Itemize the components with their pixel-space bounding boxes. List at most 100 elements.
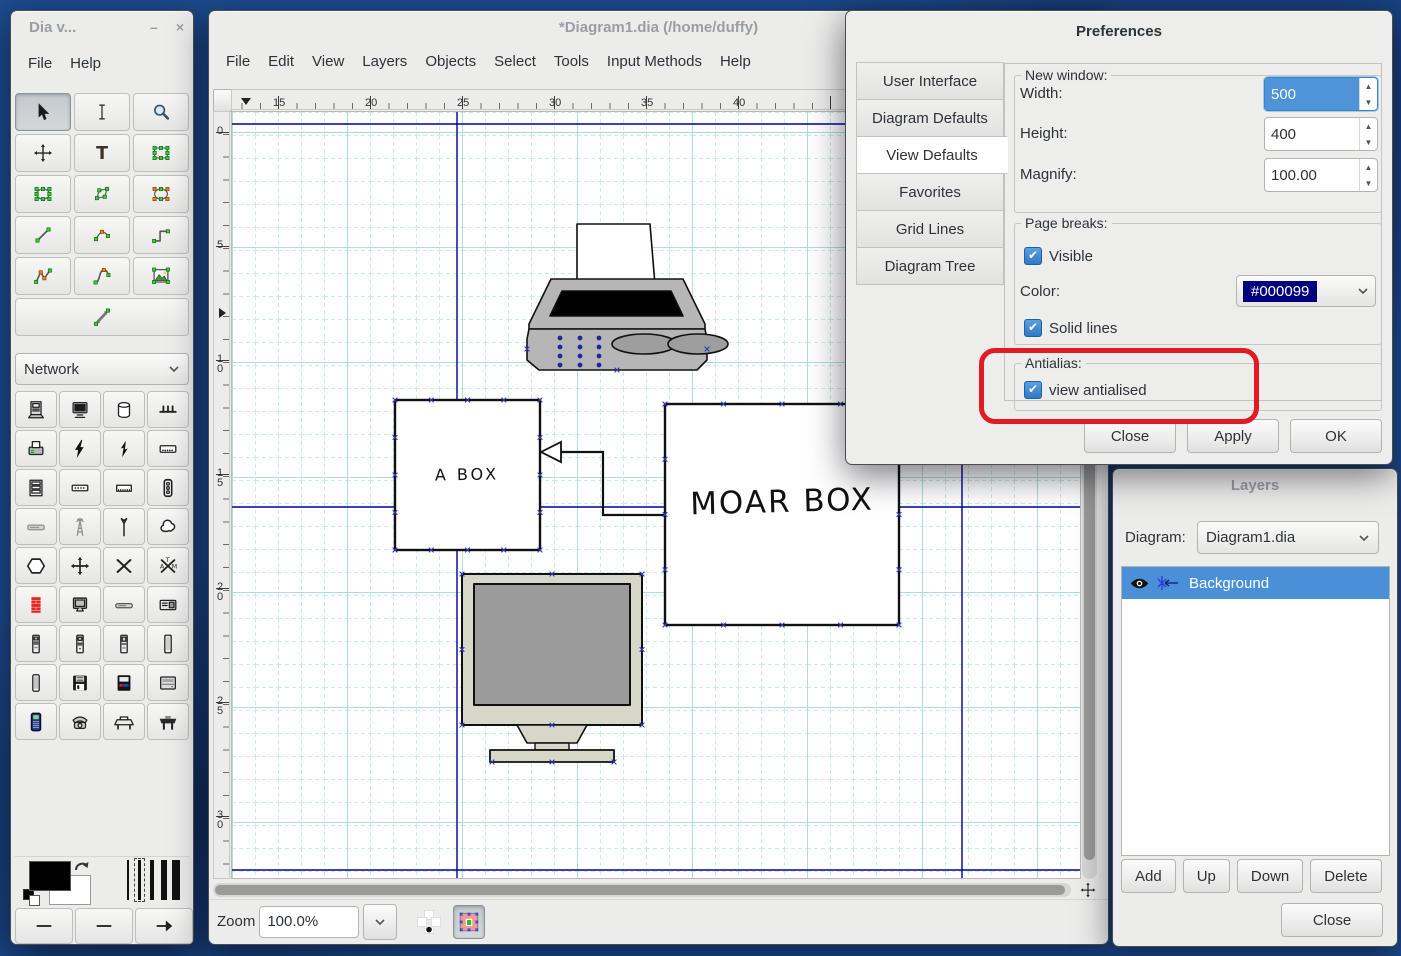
tool-box[interactable]: [133, 134, 189, 172]
tool-outline[interactable]: [15, 298, 189, 336]
tool-polygon[interactable]: [74, 175, 130, 213]
zoom-dropdown-button[interactable]: [363, 904, 397, 940]
shape-desktop-pc[interactable]: [147, 586, 189, 623]
layer-up-button[interactable]: Up: [1183, 859, 1230, 893]
shape-flow-arrows[interactable]: [59, 547, 101, 584]
line-width-6[interactable]: [159, 859, 168, 901]
apply-button[interactable]: Apply: [1187, 419, 1279, 453]
close-icon[interactable]: ×: [167, 19, 193, 35]
shape-workstation[interactable]: [59, 586, 101, 623]
ok-button[interactable]: OK: [1290, 419, 1382, 453]
line-width-selector[interactable]: [123, 859, 180, 901]
close-button[interactable]: Close: [1084, 419, 1176, 453]
spinner-arrows-icon[interactable]: ▲▼: [1359, 78, 1377, 110]
canvas-menu-objects[interactable]: Objects: [416, 49, 485, 74]
line-width-4[interactable]: [147, 859, 156, 901]
layer-connectable-icon[interactable]: [1157, 575, 1181, 591]
toolbox-titlebar[interactable]: Dia v... – ×: [11, 11, 193, 43]
tool-modify[interactable]: [15, 93, 71, 131]
shape-tower-4[interactable]: [147, 625, 189, 662]
tool-text[interactable]: T: [74, 134, 130, 172]
shape-storage[interactable]: [103, 391, 145, 428]
tool-beziergon[interactable]: [133, 175, 189, 213]
horizontal-scrollbar[interactable]: [213, 883, 1071, 897]
shape-bus[interactable]: [147, 391, 189, 428]
canvas-menu-view[interactable]: View: [303, 49, 353, 74]
line-style-button[interactable]: [75, 908, 133, 944]
line-width-2[interactable]: [123, 859, 132, 901]
line-width-8[interactable]: [171, 859, 180, 901]
view-antialised-checkbox-row[interactable]: ✔ view antialised: [1024, 381, 1147, 399]
checkbox-checked-icon[interactable]: ✔: [1024, 247, 1042, 265]
shape-radio-tower[interactable]: [59, 508, 101, 545]
tool-ellipse[interactable]: [15, 175, 71, 213]
shape-computer[interactable]: [15, 391, 57, 428]
layer-delete-button[interactable]: Delete: [1310, 859, 1381, 893]
preferences-titlebar[interactable]: Preferences: [846, 11, 1392, 51]
canvas-menu-layers[interactable]: Layers: [353, 49, 416, 74]
solid-lines-checkbox-row[interactable]: ✔ Solid lines: [1024, 319, 1117, 337]
magnify-spinner[interactable]: 100.00 ▲▼: [1264, 158, 1378, 192]
toolbox-menu-file[interactable]: File: [19, 51, 61, 76]
shape-net-printer[interactable]: [15, 430, 57, 467]
shape-zip-disk[interactable]: [103, 664, 145, 701]
toolbox-menu-help[interactable]: Help: [61, 51, 110, 76]
shape-cross-connector[interactable]: [103, 547, 145, 584]
a-box-object[interactable]: A BOX: [395, 400, 540, 550]
canvas-menu-edit[interactable]: Edit: [259, 49, 303, 74]
checkbox-checked-icon[interactable]: ✔: [1024, 319, 1042, 337]
shape-tower-3[interactable]: [103, 625, 145, 662]
tool-polyline[interactable]: [15, 257, 71, 295]
sheet-selector[interactable]: Network: [15, 353, 189, 385]
shape-modem[interactable]: [147, 430, 189, 467]
tool-zigzagline[interactable]: [133, 216, 189, 254]
tool-bezierline[interactable]: [74, 257, 130, 295]
page-break-color-combo[interactable]: #000099: [1236, 275, 1376, 307]
tab-view-defaults[interactable]: View Defaults: [856, 136, 1008, 174]
canvas-menu-tools[interactable]: Tools: [545, 49, 598, 74]
shape-hub[interactable]: [103, 469, 145, 506]
shape-bolt2[interactable]: [103, 430, 145, 467]
shape-antenna[interactable]: [103, 508, 145, 545]
canvas-menu-input-methods[interactable]: Input Methods: [598, 49, 711, 74]
visible-checkbox-row[interactable]: ✔ Visible: [1024, 247, 1093, 265]
move-canvas-icon[interactable]: [1079, 881, 1097, 899]
shape-mobile-phone[interactable]: [15, 703, 57, 740]
layer-visible-eye-icon[interactable]: [1130, 576, 1149, 591]
layer-down-button[interactable]: Down: [1237, 859, 1303, 893]
checkbox-checked-icon[interactable]: ✔: [1024, 381, 1042, 399]
ruler-origin-button[interactable]: [213, 89, 232, 112]
default-colors-icon-bg[interactable]: [29, 895, 40, 906]
tool-line[interactable]: [15, 216, 71, 254]
shape-bolt[interactable]: [59, 430, 101, 467]
width-spinner[interactable]: 500 ▲▼: [1264, 77, 1378, 111]
spinner-arrows-icon[interactable]: ▲▼: [1359, 118, 1377, 150]
shape-digitizer[interactable]: [147, 703, 189, 740]
shape-switch-flat[interactable]: [15, 508, 57, 545]
shape-tower-plain[interactable]: [15, 664, 57, 701]
tab-grid-lines[interactable]: Grid Lines: [856, 210, 1004, 248]
layers-close-button[interactable]: Close: [1281, 903, 1383, 937]
shape-tower-2[interactable]: [59, 625, 101, 662]
shape-plotter[interactable]: [103, 703, 145, 740]
swap-colors-icon[interactable]: [73, 859, 91, 875]
layer-add-button[interactable]: Add: [1121, 859, 1176, 893]
shape-firewall[interactable]: [15, 586, 57, 623]
shape-floppy[interactable]: [59, 664, 101, 701]
shape-tower-1[interactable]: [15, 625, 57, 662]
connection-points-toggle[interactable]: [453, 905, 485, 939]
shape-router[interactable]: [147, 469, 189, 506]
tab-user-interface[interactable]: User Interface: [856, 62, 1004, 100]
canvas-menu-select[interactable]: Select: [485, 49, 545, 74]
canvas-menu-file[interactable]: File: [217, 49, 259, 74]
line-start-style-button[interactable]: [15, 908, 73, 944]
canvas-menu-help[interactable]: Help: [711, 49, 760, 74]
shape-hub-small[interactable]: [59, 469, 101, 506]
zoom-input[interactable]: 100.0%: [259, 906, 359, 938]
shape-monitor[interactable]: [59, 391, 101, 428]
tool-textedit[interactable]: [74, 93, 130, 131]
tab-diagram-defaults[interactable]: Diagram Defaults: [856, 99, 1004, 137]
foreground-color-swatch[interactable]: [29, 861, 71, 891]
shape-hexagon[interactable]: [15, 547, 57, 584]
shape-rack[interactable]: [15, 469, 57, 506]
